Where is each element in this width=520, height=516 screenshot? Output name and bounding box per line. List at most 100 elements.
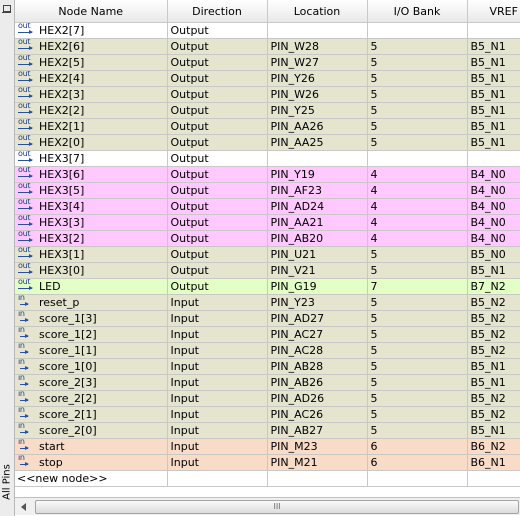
io-bank-cell[interactable]: 5	[367, 134, 468, 151]
direction-cell[interactable]: Output	[167, 166, 268, 183]
node-name-cell[interactable]: in score_2[2]	[15, 390, 168, 407]
table-row[interactable]: out HEX2[3] Output PIN_W26 5 B5_N1	[15, 86, 520, 103]
node-name-cell[interactable]: out HEX2[5]	[15, 54, 168, 71]
column-header-location[interactable]: Location	[267, 0, 368, 23]
table-row[interactable]: in stop Input PIN_M21 6 B6_N1	[15, 454, 520, 471]
location-cell[interactable]: PIN_Y25	[267, 102, 368, 119]
table-row[interactable]: out HEX3[0] Output PIN_V21 5 B5_N1	[15, 262, 520, 279]
direction-cell[interactable]: Input	[167, 294, 268, 311]
vref-group-cell[interactable]: B5_N1	[467, 134, 520, 151]
node-name-cell[interactable]: out HEX3[5]	[15, 182, 168, 199]
direction-cell[interactable]: Output	[167, 150, 268, 167]
io-bank-cell[interactable]: 4	[367, 198, 468, 215]
all-pins-tab[interactable]: All Pins	[0, 452, 14, 512]
node-name-cell[interactable]: out HEX2[1]	[15, 118, 168, 135]
direction-cell[interactable]: Output	[167, 118, 268, 135]
scroll-left-arrow-icon[interactable]	[17, 500, 31, 513]
table-row[interactable]: out HEX2[4] Output PIN_Y26 5 B5_N1	[15, 70, 520, 87]
node-name-cell[interactable]: in score_2[1]	[15, 406, 168, 423]
io-bank-cell[interactable]: 5	[367, 326, 468, 343]
io-bank-cell[interactable]: 5	[367, 262, 468, 279]
vref-group-cell[interactable]	[467, 150, 520, 167]
location-cell[interactable]: PIN_Y23	[267, 294, 368, 311]
location-cell[interactable]: PIN_AD27	[267, 310, 368, 327]
io-bank-cell[interactable]: 5	[367, 374, 468, 391]
location-cell[interactable]: PIN_M23	[267, 438, 368, 455]
direction-cell[interactable]: Output	[167, 214, 268, 231]
node-name-cell[interactable]: in score_1[1]	[15, 342, 168, 359]
direction-cell[interactable]: Input	[167, 358, 268, 375]
table-row[interactable]: out HEX2[6] Output PIN_W28 5 B5_N1	[15, 38, 520, 55]
table-row[interactable]: out HEX3[7] Output	[15, 150, 520, 167]
io-bank-cell[interactable]: 6	[367, 438, 468, 455]
node-name-cell[interactable]: out HEX3[2]	[15, 230, 168, 247]
table-row[interactable]: out HEX3[4] Output PIN_AD24 4 B4_N0	[15, 198, 520, 215]
table-row[interactable]: in score_1[0] Input PIN_AB28 5 B5_N1	[15, 358, 520, 375]
table-row[interactable]: in score_2[3] Input PIN_AB26 5 B5_N1	[15, 374, 520, 391]
vref-group-cell[interactable]: B5_N1	[467, 54, 520, 71]
location-cell[interactable]: PIN_V21	[267, 262, 368, 279]
location-cell[interactable]: PIN_W27	[267, 54, 368, 71]
node-name-cell[interactable]: in score_1[0]	[15, 358, 168, 375]
direction-cell[interactable]: Input	[167, 406, 268, 423]
vref-group-cell[interactable]: B5_N1	[467, 118, 520, 135]
location-cell[interactable]: PIN_M21	[267, 454, 368, 471]
io-bank-cell[interactable]: 5	[367, 342, 468, 359]
direction-cell[interactable]: Output	[167, 182, 268, 199]
io-bank-cell[interactable]: 4	[367, 182, 468, 199]
table-row[interactable]: in score_1[2] Input PIN_AC27 5 B5_N2	[15, 326, 520, 343]
io-bank-cell[interactable]	[367, 22, 468, 39]
vref-group-cell[interactable]: B6_N1	[467, 454, 520, 471]
vref-group-cell[interactable]: B4_N0	[467, 198, 520, 215]
new-node-cell[interactable]: <<new node>>	[15, 470, 168, 487]
direction-cell[interactable]: Input	[167, 438, 268, 455]
scrollbar-thumb[interactable]: III	[35, 500, 519, 514]
column-header-vref-group[interactable]: VREF G	[467, 0, 520, 23]
io-bank-cell[interactable]: 5	[367, 310, 468, 327]
vref-group-cell[interactable]: B5_N1	[467, 358, 520, 375]
direction-cell[interactable]: Output	[167, 246, 268, 263]
direction-cell[interactable]: Output	[167, 54, 268, 71]
table-row[interactable]: in score_1[1] Input PIN_AC28 5 B5_N2	[15, 342, 520, 359]
node-name-cell[interactable]: in reset_p	[15, 294, 168, 311]
location-cell[interactable]: PIN_AB26	[267, 374, 368, 391]
location-cell[interactable]: PIN_AA21	[267, 214, 368, 231]
vref-group-cell[interactable]: B5_N2	[467, 310, 520, 327]
vref-group-cell[interactable]: B4_N0	[467, 182, 520, 199]
location-cell[interactable]: PIN_U21	[267, 246, 368, 263]
direction-cell[interactable]: Input	[167, 342, 268, 359]
table-row[interactable]: in score_2[0] Input PIN_AB27 5 B5_N1	[15, 422, 520, 439]
node-name-cell[interactable]: in score_1[3]	[15, 310, 168, 327]
node-name-cell[interactable]: out HEX3[4]	[15, 198, 168, 215]
table-row[interactable]: out HEX3[1] Output PIN_U21 5 B5_N0	[15, 246, 520, 263]
location-cell[interactable]: PIN_G19	[267, 278, 368, 295]
location-cell[interactable]: PIN_AC28	[267, 342, 368, 359]
node-name-cell[interactable]: out HEX3[6]	[15, 166, 168, 183]
vref-group-cell[interactable]: B5_N2	[467, 326, 520, 343]
table-row[interactable]: in score_2[2] Input PIN_AD26 5 B5_N2	[15, 390, 520, 407]
table-row[interactable]: out HEX2[2] Output PIN_Y25 5 B5_N1	[15, 102, 520, 119]
table-row[interactable]: out HEX2[1] Output PIN_AA26 5 B5_N1	[15, 118, 520, 135]
vref-group-cell[interactable]: B5_N1	[467, 70, 520, 87]
vref-group-cell[interactable]: B5_N1	[467, 86, 520, 103]
node-name-cell[interactable]: out LED	[15, 278, 168, 295]
io-bank-cell[interactable]: 5	[367, 422, 468, 439]
location-cell[interactable]: PIN_AB28	[267, 358, 368, 375]
vref-group-cell[interactable]: B5_N1	[467, 38, 520, 55]
table-row[interactable]: out HEX2[0] Output PIN_AA25 5 B5_N1	[15, 134, 520, 151]
direction-cell[interactable]: Input	[167, 310, 268, 327]
table-row[interactable]: out HEX2[5] Output PIN_W27 5 B5_N1	[15, 54, 520, 71]
location-cell[interactable]: PIN_AC26	[267, 406, 368, 423]
table-row[interactable]: out HEX3[5] Output PIN_AF23 4 B4_N0	[15, 182, 520, 199]
location-cell[interactable]: PIN_AB27	[267, 422, 368, 439]
io-bank-cell[interactable]: 5	[367, 102, 468, 119]
direction-cell[interactable]: Output	[167, 38, 268, 55]
io-bank-cell[interactable]: 5	[367, 54, 468, 71]
direction-cell[interactable]: Output	[167, 198, 268, 215]
vref-group-cell[interactable]: B5_N2	[467, 406, 520, 423]
location-cell[interactable]: PIN_AA26	[267, 118, 368, 135]
vref-group-cell[interactable]: B5_N0	[467, 246, 520, 263]
vref-group-cell[interactable]	[467, 22, 520, 39]
io-bank-cell[interactable]: 5	[367, 118, 468, 135]
node-name-cell[interactable]: out HEX2[6]	[15, 38, 168, 55]
